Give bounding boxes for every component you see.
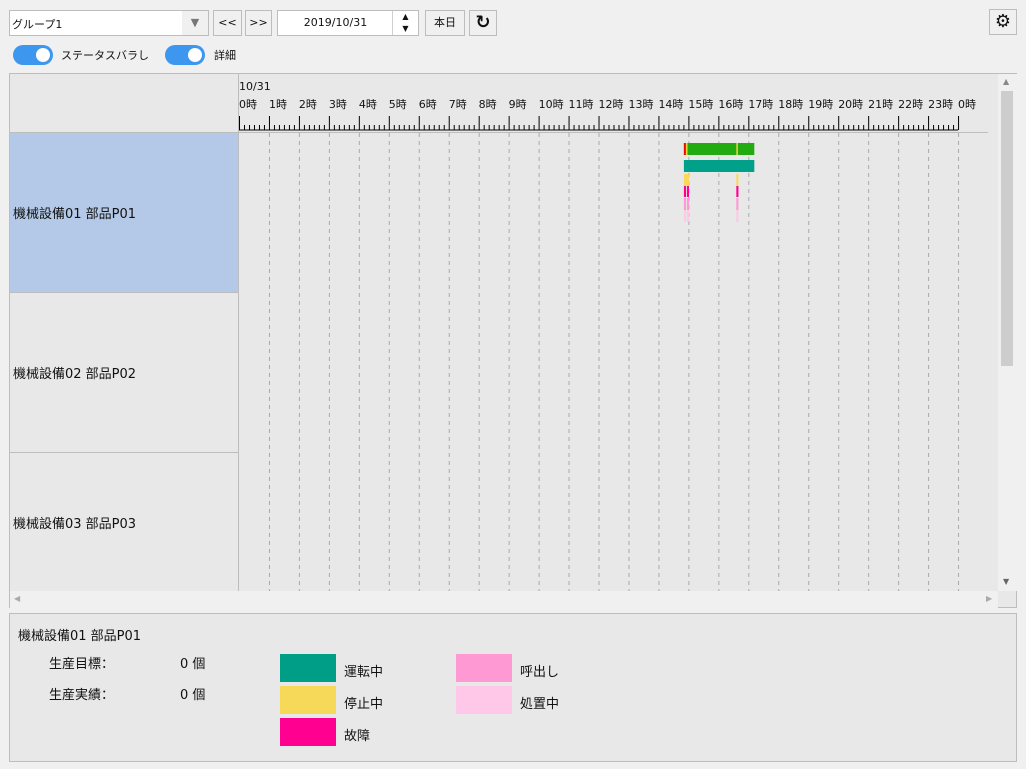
legend-swatch [456, 654, 512, 682]
status-bar[interactable] [736, 198, 739, 210]
spin-up-icon[interactable]: ▲ [393, 11, 418, 23]
hour-label: 0時 [239, 98, 257, 111]
hour-label: 16時 [718, 98, 744, 111]
scroll-down-icon[interactable]: ▼ [1003, 577, 1009, 586]
hour-label: 1時 [268, 98, 287, 111]
status-breakdown-toggle[interactable] [13, 45, 53, 65]
row-label-text: 機械設備01 部品P01 [13, 207, 137, 222]
status-bar[interactable] [736, 174, 739, 186]
hour-label: 7時 [448, 98, 467, 111]
legend-label: 呼出し [520, 665, 560, 680]
details-title: 機械設備01 部品P01 [18, 629, 142, 644]
prev-button[interactable]: << [213, 10, 242, 36]
legend-swatch [280, 718, 336, 746]
legend-swatch [280, 686, 336, 714]
spin-down-icon[interactable]: ▼ [393, 23, 418, 35]
status-bar[interactable] [683, 160, 755, 172]
gear-icon: ⚙ [994, 11, 1012, 32]
horizontal-scrollbar[interactable]: ◀ ▶ [10, 591, 998, 608]
toggle-knob [188, 48, 202, 62]
status-breakdown-label: ステータスバラし [61, 49, 149, 62]
detail-toggle[interactable] [165, 45, 205, 65]
hour-label: 11時 [568, 98, 594, 111]
legend-label: 運転中 [344, 665, 384, 680]
date-field[interactable]: 2019/10/31 ▲ ▼ [277, 10, 419, 36]
status-bar[interactable] [686, 198, 689, 210]
grid-corner [10, 74, 239, 133]
hour-label: 22時 [898, 98, 924, 111]
row-label[interactable]: 機械設備01 部品P01 [10, 133, 239, 293]
row-label-text: 機械設備02 部品P02 [13, 367, 137, 382]
status-bar[interactable] [686, 186, 689, 197]
hour-label: 8時 [478, 98, 497, 111]
status-bar[interactable] [683, 143, 755, 155]
row-label[interactable]: 機械設備03 部品P03 [10, 453, 239, 591]
hour-label: 6時 [418, 98, 437, 111]
row-label[interactable]: 機械設備02 部品P02 [10, 293, 239, 453]
hour-label: 9時 [508, 98, 527, 111]
hour-label: 19時 [808, 98, 834, 111]
hour-label: 5時 [388, 98, 407, 111]
next-button[interactable]: >> [245, 10, 272, 36]
legend-label: 停止中 [344, 697, 384, 712]
status-bar[interactable] [683, 143, 686, 155]
legend-label: 処置中 [520, 697, 560, 712]
hour-label: 13時 [628, 98, 654, 111]
details-panel: 機械設備01 部品P01 生産目標： 0 個 生産実績： 0 個 運転中停止中故… [9, 613, 1017, 762]
refresh-button[interactable]: ↻ [469, 10, 497, 36]
row-label-text: 機械設備03 部品P03 [13, 516, 137, 532]
hour-label: 4時 [358, 98, 377, 111]
hour-label: 17時 [748, 98, 774, 111]
scroll-left-icon[interactable]: ◀ [14, 594, 20, 603]
settings-button[interactable]: ⚙ [989, 9, 1017, 35]
hour-label: 15時 [688, 98, 714, 111]
date-spinner[interactable]: ▲ ▼ [392, 11, 418, 35]
hour-label: 18時 [778, 98, 804, 111]
refresh-icon: ↻ [475, 12, 491, 33]
hour-label: 3時 [328, 98, 347, 111]
status-bar[interactable] [686, 143, 688, 155]
legend-label: 故障 [344, 729, 371, 744]
hour-label: 10時 [538, 98, 564, 111]
group-select-value: グループ1 [12, 18, 63, 31]
status-bar[interactable] [683, 198, 687, 210]
hour-label: 2時 [298, 98, 317, 111]
hour-label: 23時 [928, 98, 954, 111]
hour-label: 14時 [658, 98, 684, 111]
status-bar[interactable] [683, 174, 689, 186]
target-label: 生産目標： [49, 657, 115, 672]
scroll-right-icon[interactable]: ▶ [986, 594, 992, 603]
hour-label: 12時 [598, 98, 624, 111]
gantt-grid: 10/31 0時 1時 2時 3時 4時 5時 6時 7時 8時 9時 10時 11時 12時 13時 14… [9, 73, 1017, 608]
legend-swatch [456, 686, 512, 714]
status-bar[interactable] [686, 210, 689, 222]
time-ruler [239, 116, 960, 131]
date-value: 2019/10/31 [303, 16, 368, 29]
status-bar[interactable] [736, 210, 739, 222]
scroll-up-icon[interactable]: ▲ [1003, 77, 1009, 86]
status-bar[interactable] [736, 186, 739, 197]
chevron-down-icon[interactable]: ▼ [182, 11, 208, 35]
group-select[interactable]: グループ1 ▼ [9, 10, 209, 36]
hour-label: 20時 [838, 98, 864, 111]
scroll-thumb[interactable] [1001, 91, 1013, 366]
status-bar[interactable] [736, 143, 738, 155]
timeline-body[interactable] [239, 133, 998, 591]
vertical-scrollbar[interactable]: ▲ ▼ [998, 74, 1017, 591]
status-bar[interactable] [683, 186, 687, 197]
time-header: 10/31 0時 1時 2時 3時 4時 5時 6時 7時 8時 9時 10時 11時 12時 13時 14… [239, 74, 988, 133]
today-button[interactable]: 本日 [425, 10, 465, 36]
actual-label: 生産実績： [49, 688, 115, 703]
target-value: 0 個 [180, 657, 206, 672]
hour-label: 0時 [958, 98, 977, 111]
detail-label: 詳細 [214, 49, 236, 62]
hour-label: 21時 [868, 98, 894, 111]
date-label: 10/31 [239, 80, 271, 93]
actual-value: 0 個 [180, 688, 206, 703]
legend-swatch [280, 654, 336, 682]
toggle-knob [36, 48, 50, 62]
status-bar[interactable] [683, 210, 687, 222]
